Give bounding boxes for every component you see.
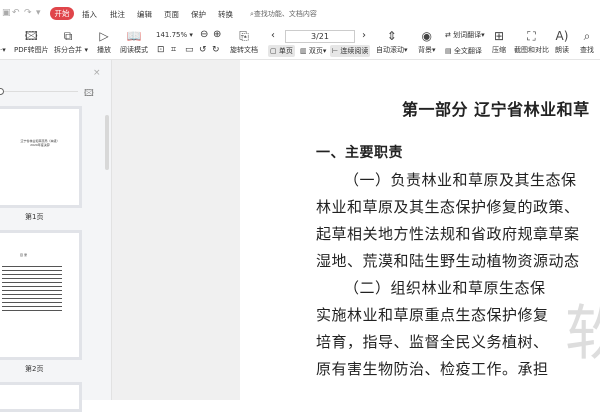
zoom-in-icon[interactable]: ⊕	[213, 29, 221, 40]
tab-protect[interactable]: 保护	[191, 9, 206, 20]
slider-handle[interactable]	[0, 88, 4, 95]
fit-width-icon[interactable]: ⌗	[171, 45, 176, 55]
paragraph-line: 原有害生物防治、检疫工作。承担	[316, 360, 549, 378]
thumbnail-label: 第1页	[25, 213, 44, 221]
paragraph-line: （一）负责林业和草原及其生态保	[344, 171, 577, 189]
tab-start[interactable]: 开始	[50, 7, 74, 20]
zoom-select[interactable]: 141.75% ▾	[155, 30, 197, 42]
close-icon[interactable]: ×	[93, 68, 101, 78]
search-input[interactable]: ⌕查找功能、文档内容	[250, 9, 317, 19]
watermark: 软	[565, 299, 600, 369]
thumbnail-page-1[interactable]: 辽宁省林业和草原局（本级） 2020年度决算	[0, 106, 82, 208]
scroll-icon: ⇕	[386, 29, 397, 43]
play-button[interactable]: ▷ 播放	[97, 28, 111, 55]
split-icon: ⧉	[63, 29, 73, 43]
toolbar: ·▾ 🖾 PDF转图片 ⧉ 拆分合并 ▾ ▷ 播放 📖 阅读模式 141.75% ▾ ⊖ …	[0, 26, 600, 60]
thumbnail-panel: × 🖾 辽宁省林业和草原局（本级） 2020年度决算 第1页 目 录 第2页	[0, 60, 112, 412]
thumbnail-label: 第2页	[25, 365, 44, 373]
next-page-icon[interactable]: ›	[362, 30, 366, 41]
eye-icon: ◉	[421, 29, 432, 43]
undo-icon[interactable]: ↶	[12, 8, 20, 18]
prev-page-icon[interactable]: ‹	[271, 30, 275, 41]
redo-icon[interactable]: ↷	[24, 8, 32, 18]
thumbnail-page-3[interactable]	[0, 382, 82, 412]
image-icon: 🖾	[24, 29, 38, 43]
thumbnail-size-slider[interactable]	[0, 91, 78, 92]
document-title: 第一部分 辽宁省林业和草	[402, 100, 590, 119]
tab-convert[interactable]: 转换	[218, 9, 233, 20]
compress-icon: ⊞	[493, 29, 505, 43]
section-heading: 一、主要职责	[316, 145, 403, 161]
read-mode-button[interactable]: 📖 阅读模式	[120, 28, 148, 55]
menu-bar: ▣ ↶ ↷ ▾ 开始 插入 批注 编辑 页面 保护 转换 ⌕查找功能、文档内容	[0, 0, 600, 26]
image-icon[interactable]: 🖾	[84, 86, 94, 102]
thumbnail-scrollbar[interactable]	[105, 115, 109, 170]
screenshot-icon: ⛶	[527, 29, 536, 43]
paragraph-line: 培育，指导、监督全民义务植树、	[316, 333, 549, 351]
fit-page-icon[interactable]: ⊡	[157, 45, 165, 55]
paragraph-line: 湿地、荒漠和陆生野生动植物资源动态	[316, 252, 580, 270]
rotate-doc-icon: ⎘	[239, 29, 249, 43]
split-merge-button[interactable]: ⧉ 拆分合并 ▾	[54, 28, 88, 55]
rotate-left-icon[interactable]: ↺	[199, 45, 207, 55]
play-icon: ▷	[99, 29, 109, 43]
compress-button[interactable]: ⊞ 压缩	[492, 28, 506, 55]
tab-comment[interactable]: 批注	[110, 9, 125, 20]
paragraph-line: 林业和草原及其生态保护修复的政策、	[316, 198, 580, 216]
speaker-icon: A)	[555, 29, 569, 43]
continuous-read-button[interactable]: ⊢ 连续阅读	[330, 45, 371, 57]
zoom-out-icon[interactable]: ⊖	[200, 29, 208, 40]
book-icon: 📖	[126, 29, 142, 43]
tab-edit[interactable]: 编辑	[137, 9, 152, 20]
tab-page[interactable]: 页面	[164, 9, 179, 20]
document-background	[112, 60, 240, 400]
dropdown-icon[interactable]: ▾	[36, 8, 41, 18]
rotate-right-icon[interactable]: ↻	[212, 45, 220, 55]
document-page: 第一部分 辽宁省林业和草 一、主要职责 （一）负责林业和草原及其生态保 林业和草…	[240, 60, 600, 400]
background-button[interactable]: ◉ 背景▾	[418, 28, 436, 55]
search-icon: ⌕	[583, 29, 591, 43]
double-page-button[interactable]: ▥ 双页▾	[300, 46, 326, 56]
find-button[interactable]: ⌕ 查找	[580, 28, 594, 55]
screenshot-compare-button[interactable]: ⛶ 截图和对比	[514, 28, 549, 55]
pdf-to-image-button[interactable]: 🖾 PDF转图片	[14, 28, 49, 55]
read-aloud-button[interactable]: A) 朗读	[555, 28, 569, 55]
paragraph-line: （二）组织林业和草原生态保	[344, 279, 546, 297]
more-dropdown[interactable]: ·▾	[0, 46, 6, 54]
rotate-doc-button[interactable]: ⎘ 旋转文档	[230, 28, 258, 55]
auto-scroll-button[interactable]: ⇕ 自动滚动▾	[376, 28, 408, 55]
page-number-input[interactable]: 3/21	[285, 30, 355, 43]
paragraph-line: 起草相关地方性法规和省政府规章草案	[316, 225, 580, 243]
save-icon[interactable]: ▣	[2, 8, 11, 18]
paragraph-line: 实施林业和草原重点生态保护修复	[316, 306, 549, 324]
word-translate-button[interactable]: ⇄ 划词翻译▾	[445, 30, 485, 40]
tab-insert[interactable]: 插入	[82, 9, 97, 20]
full-translate-button[interactable]: ▤ 全文翻译	[445, 46, 482, 56]
single-page-button[interactable]: ▢ 单页	[268, 45, 295, 57]
actual-size-icon[interactable]: ▭	[185, 45, 194, 55]
thumbnail-page-2[interactable]: 目 录	[0, 230, 82, 360]
